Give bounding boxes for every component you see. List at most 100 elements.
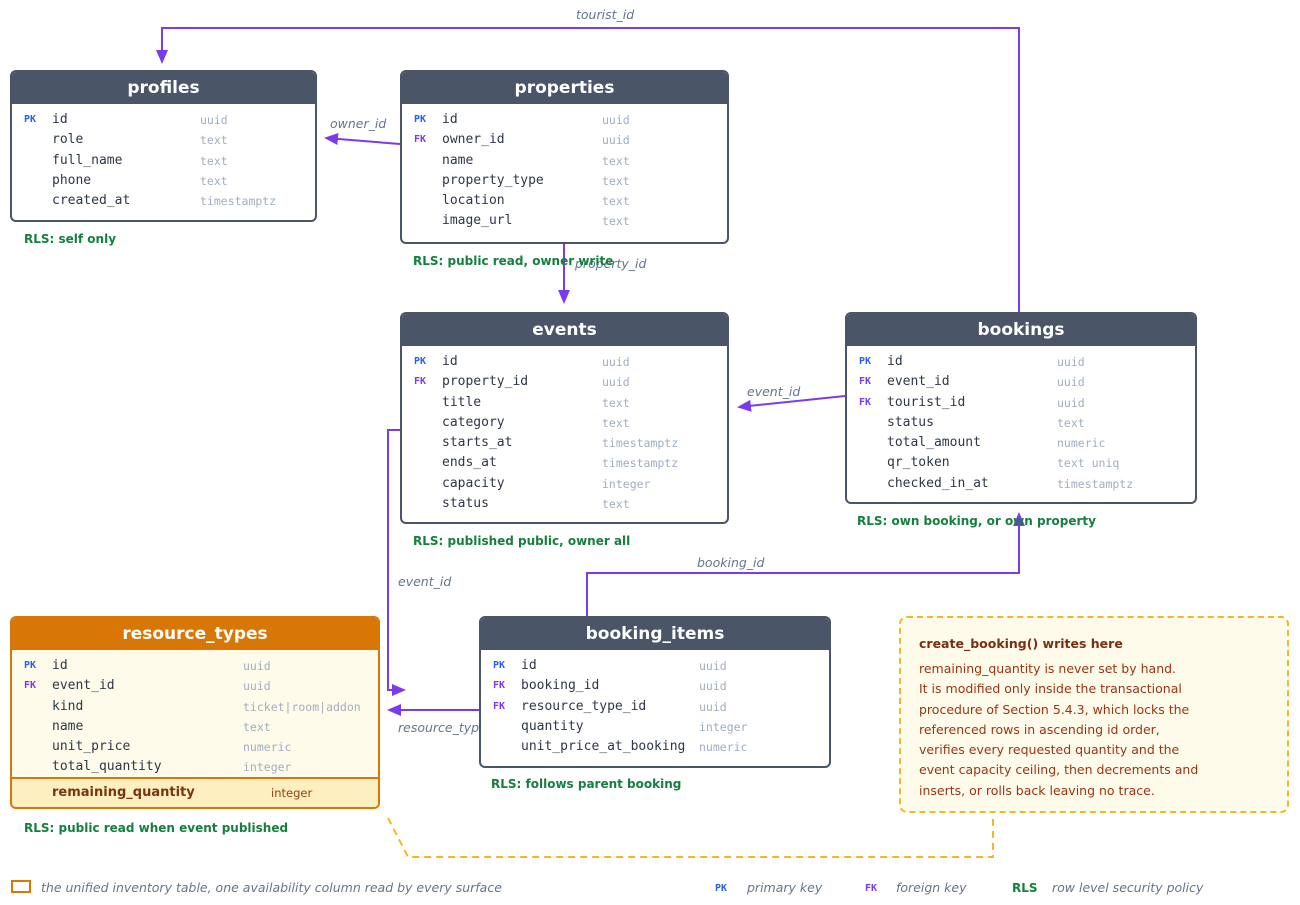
- table-row: name text: [12, 717, 378, 737]
- column-name: id: [442, 112, 458, 127]
- column-type: text: [1057, 415, 1085, 430]
- legend-fk-text: foreign key: [896, 880, 967, 895]
- table-row: name text: [402, 151, 727, 171]
- table-row: unit_price numeric: [12, 737, 378, 757]
- note-line: verifies every requested quantity and th…: [919, 742, 1180, 758]
- table-row: FK property_id uuid: [402, 372, 727, 392]
- table-row: checked_in_at timestamptz: [847, 474, 1195, 494]
- table-title: properties: [402, 72, 727, 104]
- table-row: location text: [402, 191, 727, 211]
- note-body: remaining_quantity is never set by hand.…: [919, 659, 1269, 801]
- foreign-key-badge: FK: [414, 134, 427, 146]
- table-row: PK id uuid: [402, 110, 727, 130]
- table-row: category text: [402, 413, 727, 433]
- primary-key-badge: PK: [24, 114, 37, 125]
- table-row: created_at timestamptz: [12, 191, 315, 211]
- table-title: profiles: [12, 72, 315, 104]
- column-type: uuid: [699, 699, 727, 714]
- table-row: status text: [402, 494, 727, 514]
- legend-inventory-text: the unified inventory table, one availab…: [41, 880, 502, 895]
- column-name: name: [52, 718, 84, 734]
- note-connector: [387, 814, 994, 858]
- table-row: property_type text: [402, 171, 727, 191]
- column-name: event_id: [52, 678, 115, 694]
- note-line: It is modified only inside the transacti…: [919, 681, 1182, 697]
- table-title: booking_items: [481, 618, 829, 650]
- column-type: uuid: [1057, 375, 1085, 390]
- column-type: text: [200, 173, 228, 188]
- column-name: property_id: [442, 374, 529, 390]
- column-name: role: [52, 132, 84, 148]
- column-type: text: [200, 153, 228, 168]
- table-row: PK id uuid: [12, 110, 315, 130]
- column-name: phone: [52, 172, 92, 188]
- legend-fk-badge: FK: [865, 883, 878, 894]
- column-name: id: [52, 112, 68, 127]
- legend-pk-text: primary key: [747, 880, 823, 895]
- edge-label-event-id: event_id: [747, 384, 801, 399]
- column-type: uuid: [699, 679, 727, 694]
- legend-rls-badge: RLS: [1012, 881, 1038, 895]
- bookings-table: bookings PK id uuid FK event_id uuid FK tourist…: [845, 312, 1197, 504]
- column-type: uuid: [243, 659, 271, 673]
- legend-inventory-swatch: [11, 880, 31, 893]
- column-name: capacity: [442, 475, 505, 491]
- column-name: category: [442, 414, 505, 430]
- column-type: text uniq: [1057, 456, 1120, 471]
- column-type: uuid: [602, 355, 630, 369]
- edge-label-owner-id: owner_id: [330, 116, 387, 131]
- column-type: uuid: [243, 679, 271, 694]
- note-line: inserts, or rolls back leaving no trace.: [919, 782, 1155, 798]
- column-name: kind: [52, 698, 84, 714]
- column-name: title: [442, 394, 482, 410]
- table-row: total_amount numeric: [847, 433, 1195, 453]
- table-title: bookings: [847, 314, 1195, 346]
- annotation-note: create_booking() writes here remaining_q…: [899, 616, 1289, 813]
- table-row: phone text: [12, 171, 315, 191]
- column-name: remaining_quantity: [52, 785, 195, 800]
- foreign-key-badge: FK: [414, 376, 427, 388]
- edge-label-booking-id: booking_id: [697, 555, 765, 570]
- edge-label-tourist-id: tourist_id: [576, 7, 635, 22]
- table-title: events: [402, 314, 727, 346]
- column-type: text: [602, 194, 630, 209]
- table-row: PK id uuid: [402, 352, 727, 372]
- note-title: create_booking() writes here: [919, 636, 1123, 651]
- column-type: text: [243, 719, 271, 734]
- column-name: status: [887, 414, 934, 430]
- column-name: created_at: [52, 193, 131, 209]
- table-row: title text: [402, 393, 727, 413]
- column-type: text: [602, 153, 630, 168]
- table-row: full_name text: [12, 151, 315, 171]
- column-name: qr_token: [887, 455, 950, 471]
- note-line: event capacity ceiling, then decrements …: [919, 762, 1199, 778]
- column-name: resource_type_id: [521, 698, 647, 714]
- column-type: uuid: [1057, 395, 1085, 410]
- table-row: total_quantity integer: [12, 757, 378, 777]
- events-table: events PK id uuid FK property_id uuid title tex…: [400, 312, 729, 524]
- column-type: uuid: [200, 113, 228, 127]
- column-name: name: [442, 152, 474, 168]
- foreign-key-badge: FK: [24, 680, 37, 692]
- edge-booking-id: [586, 512, 1025, 617]
- column-type: numeric: [243, 740, 292, 755]
- column-name: owner_id: [442, 132, 505, 148]
- booking-items-table: booking_items PK id uuid FK booking_id uuid FK…: [479, 616, 831, 768]
- primary-key-badge: PK: [493, 660, 506, 671]
- column-list: PK id uuid FK booking_id uuid FK resource_type_…: [481, 650, 829, 761]
- table-title: resource_types: [12, 618, 378, 650]
- resource-types-table: resource_types PK id uuid FK event_id uuid kin…: [10, 616, 380, 809]
- foreign-key-badge: FK: [859, 376, 872, 388]
- table-row: FK tourist_id uuid: [847, 393, 1195, 413]
- table-row: PK id uuid: [481, 656, 829, 676]
- column-list: PK id uuid FK owner_id uuid name text property_t…: [402, 104, 727, 236]
- table-row: quantity integer: [481, 717, 829, 737]
- column-type: uuid: [602, 375, 630, 390]
- column-name: tourist_id: [887, 394, 966, 410]
- column-type: timestamptz: [200, 194, 277, 209]
- column-type: uuid: [1057, 355, 1085, 369]
- table-row: PK id uuid: [12, 656, 378, 676]
- column-type: text: [602, 214, 630, 229]
- column-type: integer: [243, 760, 292, 775]
- primary-key-badge: PK: [24, 660, 37, 671]
